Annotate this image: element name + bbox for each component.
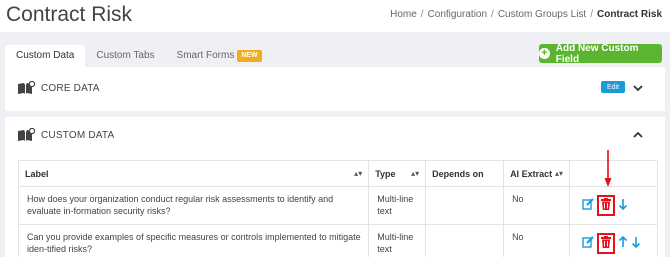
table-row: How does your organization conduct regul… (17, 186, 658, 225)
cell-type: Multi-line text (368, 224, 427, 257)
add-button-label: Add New Custom Field (555, 42, 639, 65)
plus-icon: + (539, 48, 550, 59)
trash-highlight (597, 195, 615, 216)
chevron-up-icon[interactable] (632, 128, 644, 140)
breadcrumb-home[interactable]: Home (390, 9, 417, 20)
sort-icon[interactable]: ▴▾ (411, 169, 419, 178)
sort-icon[interactable]: ▴▾ (354, 169, 362, 178)
trash-icon[interactable] (601, 236, 611, 250)
column-header-depends-on[interactable]: Depends on (425, 160, 505, 187)
custom-data-header: CUSTOM DATA (17, 127, 115, 142)
tab-bar: Custom Data Custom Tabs Smart Forms NEW (5, 45, 273, 67)
table-row: Can you provide examples of specific mea… (17, 224, 658, 257)
cell-ai-extract: No (503, 186, 570, 225)
add-new-custom-field-button[interactable]: + Add New Custom Field (539, 42, 662, 65)
custom-data-panel: CUSTOM DATA Label ▴▾ Type ▴▾ Depends on AI… (5, 117, 665, 257)
cell-type: Multi-line text (368, 186, 427, 225)
breadcrumb-configuration[interactable]: Configuration (428, 9, 487, 20)
column-header-ai-extract[interactable]: AI Extract ▴▾ (503, 160, 570, 187)
cell-label: How does your organization conduct regul… (17, 186, 370, 225)
sort-icon[interactable]: ▴▾ (555, 169, 563, 178)
book-icon (17, 127, 36, 142)
breadcrumb-separator: / (590, 9, 593, 20)
cell-actions (569, 224, 658, 257)
breadcrumb-current: Contract Risk (596, 9, 662, 20)
breadcrumb-custom-groups-list[interactable]: Custom Groups List (498, 9, 586, 20)
annotation-arrow-icon (604, 150, 612, 187)
column-label: Depends on (432, 168, 484, 179)
tab-label: Custom Tabs (96, 50, 155, 61)
book-icon (17, 80, 36, 95)
chevron-down-icon[interactable] (632, 81, 644, 93)
core-data-panel: CORE DATA Edit (5, 67, 665, 111)
column-header-label[interactable]: Label ▴▾ (17, 160, 370, 187)
core-data-header: CORE DATA (17, 80, 100, 95)
custom-fields-table: Label ▴▾ Type ▴▾ Depends on AI Extract ▴▾ H… (17, 160, 658, 257)
breadcrumb: Home / Configuration / Custom Groups Lis… (390, 9, 662, 20)
cell-depends-on (425, 186, 505, 225)
tab-label: Smart Forms (176, 50, 235, 61)
tab-custom-tabs[interactable]: Custom Tabs (85, 45, 165, 67)
column-label: Type (375, 168, 396, 179)
core-data-title: CORE DATA (41, 82, 100, 94)
breadcrumb-separator: / (491, 9, 494, 20)
edit-icon[interactable] (582, 236, 594, 251)
edit-button[interactable]: Edit (601, 81, 625, 93)
top-bar: Contract Risk Home / Configuration / Cus… (0, 0, 670, 32)
cell-depends-on (425, 224, 505, 257)
custom-data-title: CUSTOM DATA (41, 129, 115, 141)
arrow-up-icon[interactable] (618, 235, 628, 251)
tab-custom-data[interactable]: Custom Data (5, 45, 86, 67)
edit-icon[interactable] (582, 198, 594, 213)
arrow-down-icon[interactable] (631, 236, 641, 251)
column-header-type[interactable]: Type ▴▾ (368, 160, 427, 187)
cell-label: Can you provide examples of specific mea… (17, 224, 370, 257)
page-title: Contract Risk (6, 3, 133, 26)
column-label: AI Extract (510, 168, 553, 179)
new-badge: NEW (237, 50, 262, 62)
trash-highlight (597, 233, 615, 254)
table-header-row: Label ▴▾ Type ▴▾ Depends on AI Extract ▴▾ (17, 160, 658, 187)
arrow-down-icon[interactable] (618, 198, 628, 213)
trash-icon[interactable] (601, 198, 611, 212)
tab-label: Custom Data (16, 50, 75, 61)
tab-smart-forms[interactable]: Smart Forms NEW (166, 45, 273, 67)
column-label: Label (25, 168, 49, 179)
column-header-actions (569, 160, 658, 187)
cell-ai-extract: No (503, 224, 570, 257)
cell-actions (569, 186, 658, 225)
breadcrumb-separator: / (420, 9, 424, 20)
